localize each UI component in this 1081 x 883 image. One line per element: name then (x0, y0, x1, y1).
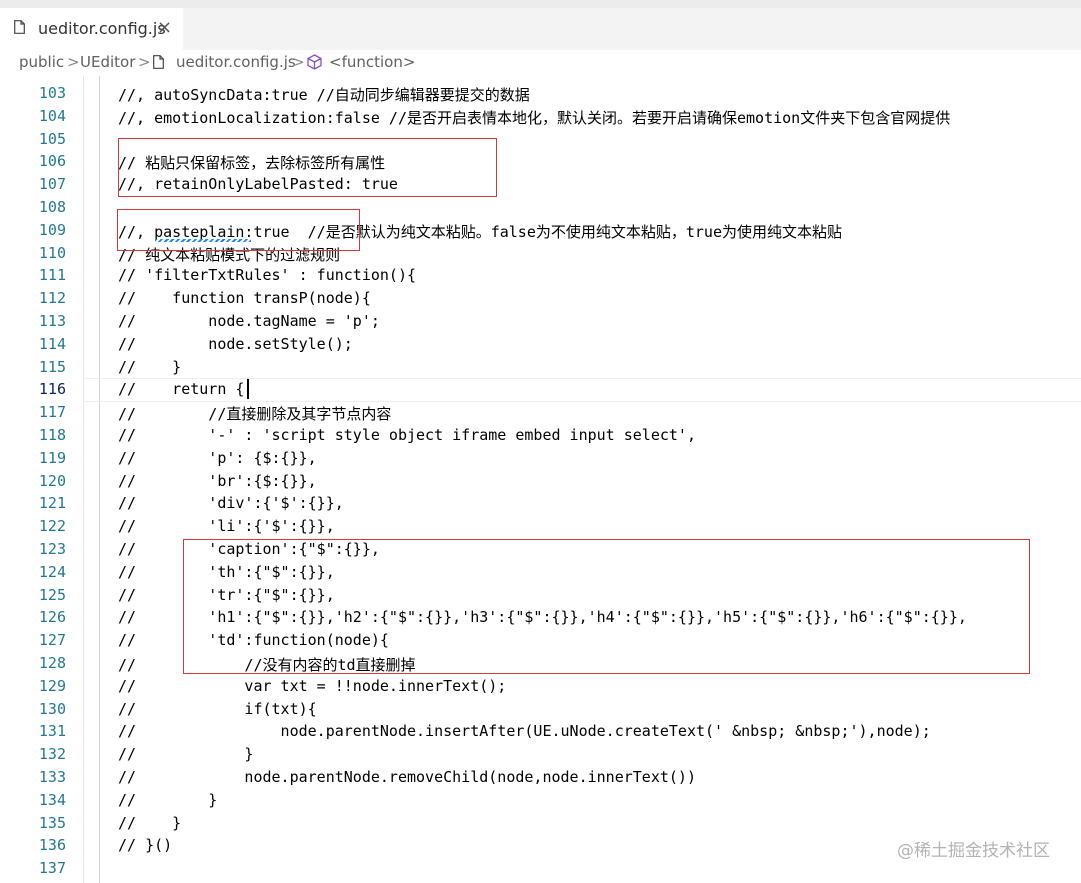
line-number: 125 (38, 585, 66, 604)
line-number: 116 (38, 380, 66, 399)
annotation-box (117, 209, 360, 251)
line-number: 114 (38, 334, 66, 353)
line-number: 120 (38, 471, 66, 490)
line-number: 122 (38, 517, 66, 536)
line-number: 119 (38, 448, 66, 467)
line-number: 132 (38, 745, 66, 764)
code-line: // //直接删除及其字节点内容 (118, 405, 392, 424)
file-icon (153, 55, 164, 69)
code-line: // 'li':{'$':{}}, (118, 517, 335, 536)
line-number: 111 (38, 266, 66, 285)
window-top-strip (0, 0, 1081, 8)
line-number: 117 (38, 403, 66, 422)
chevron-right-icon: > (138, 53, 151, 71)
line-number: 123 (38, 540, 66, 558)
code-editor[interactable]: 102 103 //, autoSyncData:true //自动同步编辑器要提… (0, 76, 1081, 883)
line-number: 118 (38, 426, 66, 444)
code-line: // 'p': {$:{}}, (118, 448, 317, 467)
line-number: 129 (38, 676, 66, 695)
code-line: // node.tagName = 'p'; (118, 312, 380, 330)
line-number: 130 (38, 699, 66, 718)
breadcrumb-item-public[interactable]: public (19, 53, 64, 71)
line-number: 126 (38, 608, 66, 627)
line-number: 109 (38, 220, 66, 239)
line-number: 112 (38, 289, 66, 308)
line-number: 133 (38, 768, 66, 786)
file-icon (14, 20, 25, 34)
indent-guide (83, 76, 84, 883)
annotation-box (118, 138, 497, 197)
code-line: //, emotionLocalization:false //是否开启表情本地… (118, 108, 951, 127)
line-number: 113 (38, 312, 66, 330)
tab-bar: ueditor.config.js × (0, 8, 1081, 50)
code-line: // } (118, 357, 182, 376)
line-number: 108 (38, 198, 66, 216)
watermark: @稀土掘金技术社区 (897, 841, 1050, 861)
tab-label: ueditor.config.js (38, 19, 166, 38)
line-number: 136 (38, 836, 66, 855)
line-number: 102 (40, 76, 63, 79)
code-line: // } (118, 813, 182, 832)
indent-guide (99, 76, 100, 883)
breadcrumb-item-function[interactable]: <function> (329, 53, 415, 71)
text-cursor (247, 379, 249, 399)
line-number: 137 (38, 859, 66, 878)
tab-ueditor-config[interactable]: ueditor.config.js × (0, 8, 183, 50)
line-number: 107 (38, 175, 66, 194)
code-line: // 'filterTxtRules' : function(){ (118, 266, 417, 285)
line-number: 124 (38, 562, 66, 581)
code-line: // } (118, 745, 254, 764)
line-number: 104 (38, 106, 66, 125)
line-number: 121 (38, 494, 66, 513)
line-number: 115 (38, 357, 66, 376)
spellcheck-underline (155, 239, 251, 242)
code-line: // if(txt){ (118, 699, 317, 718)
code-line: // node.parentNode.insertAfter(UE.uNode.… (118, 722, 931, 741)
cube-symbol-icon (307, 54, 322, 70)
code-line: // return { (118, 380, 245, 399)
annotation-box (183, 539, 1030, 674)
code-line: // }() (118, 836, 173, 855)
code-line: // } (118, 790, 218, 809)
line-number: 127 (38, 631, 66, 650)
code-line: //, autoSyncData:true //自动同步编辑器要提交的数据 (118, 86, 530, 104)
line-number: 103 (38, 84, 66, 102)
line-number: 128 (38, 654, 66, 672)
code-line: // var txt = !!node.innerText(); (118, 676, 507, 695)
chevron-right-icon: > (67, 53, 80, 71)
line-number: 105 (38, 129, 66, 148)
line-number: 110 (38, 243, 66, 262)
line-number: 135 (38, 813, 66, 832)
code-line: // node.setStyle(); (118, 334, 353, 353)
line-number: 134 (38, 790, 66, 809)
chevron-right-icon: > (292, 53, 305, 71)
close-icon[interactable]: × (157, 17, 172, 38)
code-line: // '-' : 'script style object iframe emb… (118, 426, 696, 444)
line-number: 106 (38, 152, 66, 171)
code-line: // node.parentNode.removeChild(node,node… (118, 768, 696, 786)
code-line: // 'div':{'$':{}}, (118, 494, 344, 513)
breadcrumb-item-ueditor[interactable]: UEditor (80, 53, 135, 71)
breadcrumb-item-file[interactable]: ueditor.config.js (176, 53, 296, 71)
line-number: 131 (38, 722, 66, 741)
breadcrumb: public > UEditor > ueditor.config.js > <… (0, 50, 1081, 76)
code-line: // function transP(node){ (118, 289, 371, 308)
code-line: // 'br':{$:{}}, (118, 471, 317, 490)
